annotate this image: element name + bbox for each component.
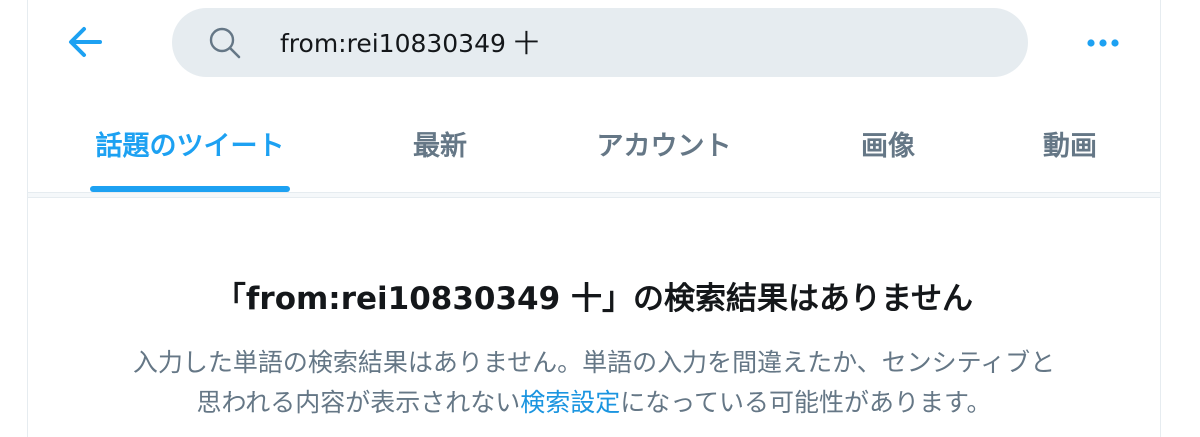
divider: [28, 193, 1160, 198]
description-text: 思われる内容が表示されない: [196, 388, 521, 417]
tab-label: アカウント: [596, 131, 732, 162]
active-tab-indicator: [90, 186, 290, 192]
description-line: 思われる内容が表示されない検索設定になっている可能性があります。: [44, 383, 1144, 423]
search-icon: [209, 27, 241, 59]
empty-state-description: 入力した単語の検索結果はありません。単語の入力を間違えたか、センシティブと 思わ…: [44, 343, 1144, 423]
tab-photos[interactable]: 画像: [826, 100, 950, 192]
back-button[interactable]: [64, 22, 108, 62]
empty-state-title: 「from:rei10830349 十」の検索結果はありません: [214, 281, 974, 317]
tab-videos[interactable]: 動画: [1008, 100, 1132, 192]
more-options-button[interactable]: [1080, 30, 1126, 54]
tab-label: 画像: [861, 131, 915, 162]
tab-label: 動画: [1043, 131, 1097, 162]
tab-latest[interactable]: 最新: [378, 100, 502, 192]
search-input[interactable]: [280, 20, 980, 64]
arrow-left-icon: [69, 27, 102, 57]
search-tabs: 話題のツイート 最新 アカウント 画像 動画: [28, 100, 1160, 193]
more-horizontal-icon: [1087, 39, 1119, 47]
description-text: になっている可能性があります。: [620, 388, 992, 417]
search-box[interactable]: [172, 8, 1028, 77]
description-line: 入力した単語の検索結果はありません。単語の入力を間違えたか、センシティブと: [132, 348, 1056, 377]
tab-label: 話題のツイート: [95, 131, 285, 162]
tab-people[interactable]: アカウント: [576, 100, 752, 192]
search-settings-link[interactable]: 検索設定: [520, 388, 620, 417]
tab-top[interactable]: 話題のツイート: [90, 100, 290, 192]
tab-label: 最新: [413, 131, 467, 162]
